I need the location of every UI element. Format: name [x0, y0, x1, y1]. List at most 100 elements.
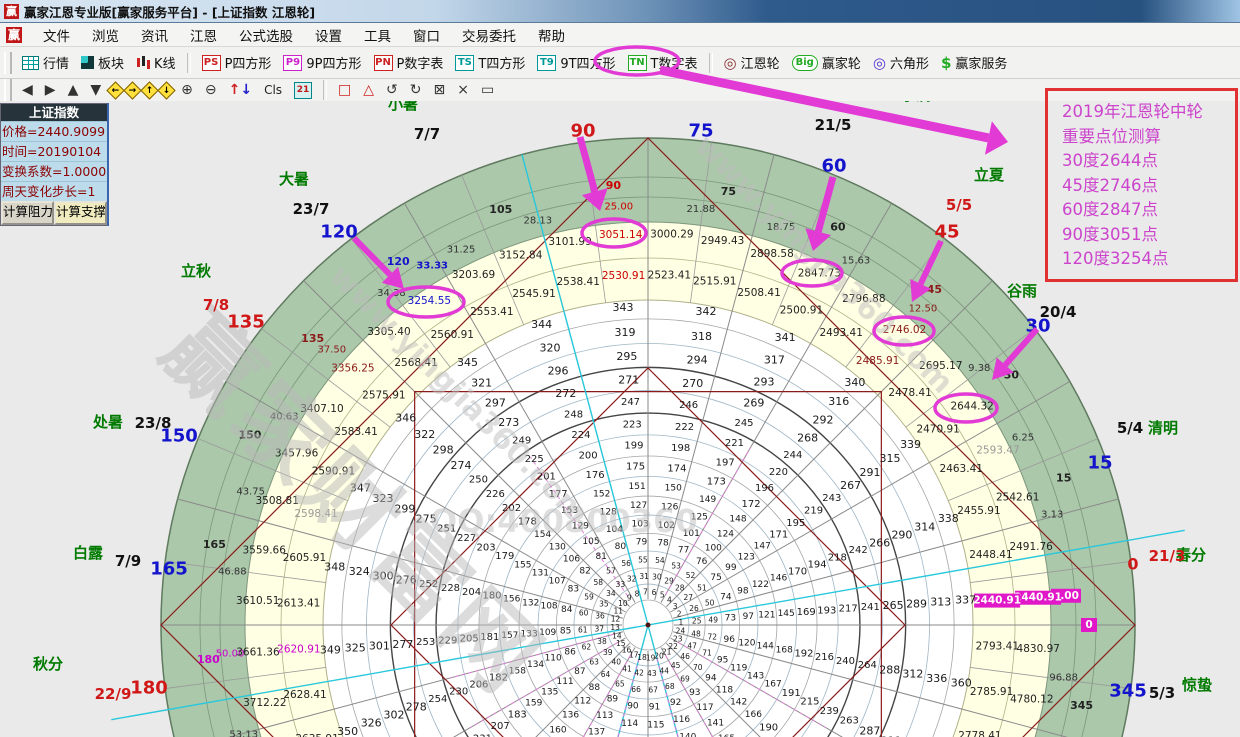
- svg-text:193: 193: [817, 605, 836, 616]
- title-bar: 赢 赢家江恩专业版[赢家服务平台] - [上证指数 江恩轮]: [0, 0, 1240, 23]
- tool-next-arrow[interactable]: ▶: [39, 82, 62, 98]
- button-calc-support[interactable]: 计算支撑: [54, 201, 107, 225]
- menu-item-3[interactable]: 江恩: [179, 23, 228, 47]
- svg-text:60: 60: [830, 220, 846, 233]
- tool-select-box[interactable]: ⊠: [428, 82, 452, 98]
- menu-item-9[interactable]: 帮助: [527, 23, 576, 47]
- svg-text:131: 131: [532, 569, 549, 579]
- menu-item-6[interactable]: 工具: [353, 23, 402, 47]
- svg-text:206: 206: [469, 679, 488, 690]
- svg-text:313: 313: [930, 595, 951, 608]
- toolbar-button-quotes[interactable]: 行情: [16, 51, 75, 74]
- menu-item-8[interactable]: 交易委托: [451, 23, 527, 47]
- svg-text:300: 300: [373, 569, 394, 582]
- svg-text:33.33: 33.33: [416, 260, 448, 271]
- t-table-icon: TN: [628, 55, 647, 71]
- svg-text:173: 173: [707, 476, 726, 487]
- toolbar-button-winner-service[interactable]: $赢家服务: [935, 51, 1013, 74]
- menu-item-1[interactable]: 浏览: [81, 23, 130, 47]
- button-calc-resistance[interactable]: 计算阻力: [1, 201, 54, 225]
- tool-zoom-out[interactable]: ⊖: [199, 82, 223, 98]
- svg-text:6: 6: [652, 588, 657, 597]
- svg-text:2508.41: 2508.41: [737, 287, 780, 299]
- toolbar-button-t-square[interactable]: TST四方形: [449, 51, 531, 74]
- tool-prev-arrow[interactable]: ◀: [16, 82, 39, 98]
- tool-price-scale[interactable]: ↑↓: [223, 82, 258, 98]
- svg-text:2485.91: 2485.91: [856, 355, 899, 367]
- svg-text:25: 25: [692, 617, 702, 626]
- menu-item-2[interactable]: 资讯: [130, 23, 179, 47]
- svg-text:159: 159: [525, 699, 542, 709]
- toolbar-button-p-table[interactable]: PNP数字表: [368, 51, 450, 74]
- svg-text:12.50: 12.50: [909, 303, 938, 314]
- svg-text:119: 119: [730, 663, 747, 673]
- panel-row-3: 周天变化步长=1: [1, 181, 107, 201]
- svg-text:2530.91: 2530.91: [602, 270, 645, 282]
- panel-row-2: 变换系数=1.00000: [1, 161, 107, 181]
- toolbar-button-9p-square[interactable]: P99P四方形: [277, 51, 367, 74]
- svg-text:147: 147: [754, 541, 771, 551]
- svg-text:109: 109: [539, 628, 556, 638]
- tool-calendar[interactable]: 21: [288, 82, 318, 99]
- svg-text:82: 82: [579, 566, 590, 576]
- svg-text:60: 60: [821, 156, 846, 177]
- svg-text:248: 248: [564, 409, 583, 420]
- menu-item-4[interactable]: 公式选股: [228, 23, 304, 47]
- tool-screen-tool[interactable]: ▭: [475, 82, 500, 98]
- svg-text:54: 54: [655, 556, 665, 565]
- svg-text:65: 65: [615, 680, 625, 689]
- toolbar-button-p-square[interactable]: PSP四方形: [196, 51, 278, 74]
- tool-triangle-tool[interactable]: △: [357, 82, 380, 98]
- tool-rotate-cw[interactable]: ↻: [404, 82, 428, 98]
- svg-text:96.88: 96.88: [1049, 672, 1078, 683]
- svg-text:57: 57: [606, 567, 616, 576]
- toolbar-button-sectors[interactable]: 板块: [75, 51, 130, 74]
- tool-pan-down[interactable]: ↓: [157, 81, 175, 99]
- svg-text:2793.41: 2793.41: [976, 640, 1019, 652]
- tool-rotate-ccw[interactable]: ↺: [380, 82, 404, 98]
- toolbar-button-gann-wheel[interactable]: ◎江恩轮: [718, 51, 786, 74]
- svg-text:104: 104: [606, 525, 623, 535]
- toolbar-button-kline[interactable]: K线: [130, 51, 182, 74]
- svg-text:343: 343: [613, 301, 634, 314]
- svg-text:121: 121: [758, 611, 775, 621]
- svg-text:2463.41: 2463.41: [940, 463, 983, 475]
- svg-text:136: 136: [562, 711, 579, 721]
- toolbar-button-hexagon[interactable]: ◎六角形: [867, 51, 935, 74]
- svg-text:219: 219: [804, 506, 823, 517]
- svg-text:267: 267: [840, 479, 861, 492]
- tool-down-arrow[interactable]: ▼: [84, 82, 107, 98]
- svg-text:2598.41: 2598.41: [294, 508, 337, 520]
- svg-text:21/3: 21/3: [1149, 547, 1186, 565]
- tool-resize-tool[interactable]: ×: [451, 82, 475, 98]
- svg-text:123: 123: [738, 552, 755, 562]
- svg-text:3101.99: 3101.99: [548, 236, 591, 248]
- menu-item-0[interactable]: 文件: [32, 23, 81, 47]
- svg-text:321: 321: [471, 376, 492, 389]
- svg-text:135: 135: [541, 688, 558, 698]
- svg-text:2440.91: 2440.91: [973, 595, 1021, 607]
- svg-text:94: 94: [705, 674, 717, 684]
- svg-text:174: 174: [667, 464, 686, 475]
- toolbar-button-winner-wheel[interactable]: Big赢家轮: [786, 51, 867, 74]
- svg-text:2695.17: 2695.17: [919, 360, 962, 372]
- tool-up-arrow[interactable]: ▲: [62, 82, 85, 98]
- svg-text:72: 72: [708, 632, 718, 641]
- svg-text:157: 157: [501, 631, 518, 641]
- svg-text:150: 150: [238, 429, 261, 442]
- svg-text:5/4: 5/4: [1117, 419, 1143, 437]
- svg-text:299: 299: [394, 503, 415, 516]
- svg-text:141: 141: [707, 718, 724, 728]
- svg-text:192: 192: [794, 648, 813, 659]
- svg-text:314: 314: [914, 520, 935, 533]
- svg-text:252: 252: [419, 579, 438, 590]
- tool-cls-button[interactable]: Cls: [258, 83, 288, 97]
- svg-text:337: 337: [955, 594, 976, 607]
- menu-item-5[interactable]: 设置: [304, 23, 353, 47]
- quotes-label: 行情: [43, 53, 69, 72]
- tool-rect-tool[interactable]: □: [332, 82, 357, 98]
- toolbar-button-t-table[interactable]: TNT数字表: [622, 51, 704, 74]
- tool-zoom-in[interactable]: ⊕: [175, 82, 199, 98]
- menu-item-7[interactable]: 窗口: [402, 23, 451, 47]
- toolbar-button-9t-square[interactable]: T99T四方形: [531, 51, 621, 74]
